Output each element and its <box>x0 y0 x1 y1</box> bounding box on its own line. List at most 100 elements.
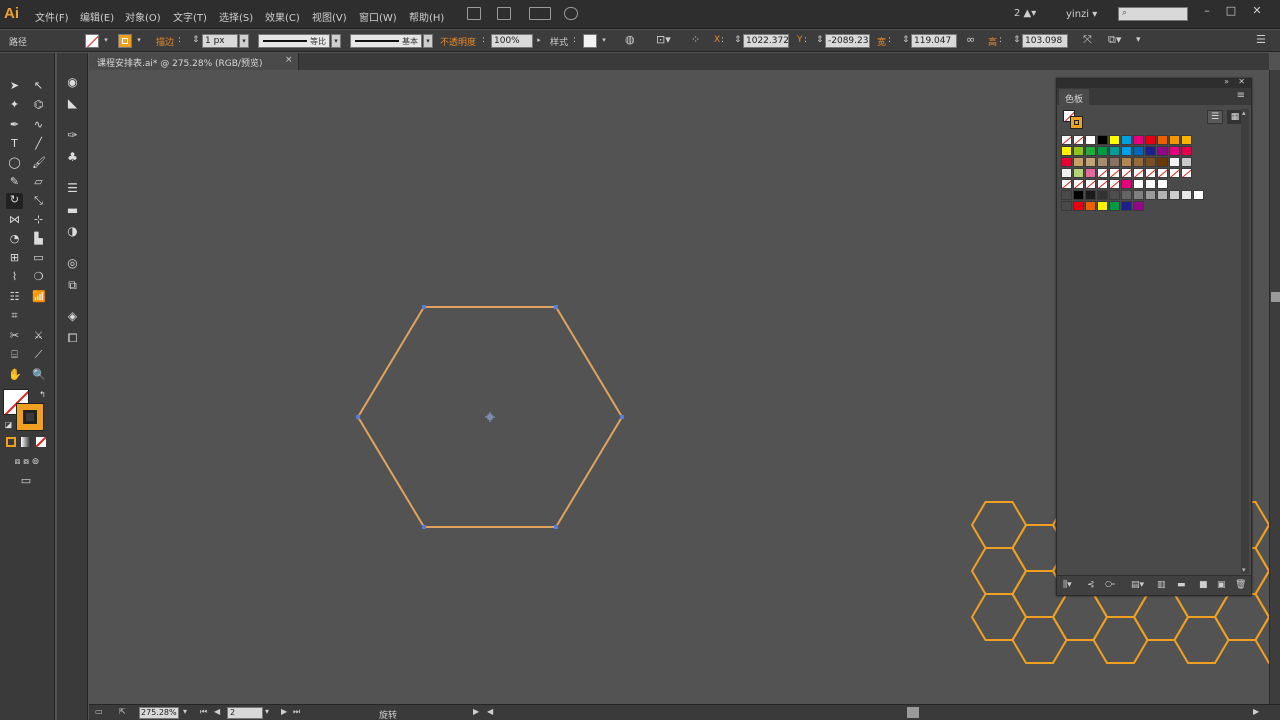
swatch-cell[interactable] <box>1073 201 1084 211</box>
maximize-button[interactable]: □ <box>1224 4 1238 18</box>
lasso-tool-icon[interactable]: ⌬ <box>32 98 45 111</box>
swatch-cell[interactable] <box>1169 168 1180 178</box>
swatch-cell[interactable] <box>1145 168 1156 178</box>
collapse-panel-icon[interactable]: » <box>1224 77 1229 86</box>
slice-tool-icon[interactable]: ✂ <box>8 329 21 342</box>
close-window-button[interactable]: ✕ <box>1250 4 1264 18</box>
swatch-cell[interactable] <box>1169 190 1180 200</box>
swatch-cell[interactable] <box>1097 168 1108 178</box>
screen-mode-icon[interactable]: ▭ <box>16 474 36 487</box>
swatch-cell[interactable] <box>1073 146 1084 156</box>
knife-tool-icon[interactable]: ⚔ <box>32 329 45 342</box>
swatch-cell[interactable] <box>1097 190 1108 200</box>
opacity-label[interactable]: 不透明度 <box>440 35 476 48</box>
selection-tool-icon[interactable]: ➤ <box>8 79 21 92</box>
swatch-cell[interactable] <box>1145 179 1156 189</box>
graphic-styles-panel-icon[interactable]: ◣ <box>65 96 80 111</box>
ellipse-tool-icon[interactable]: ◯ <box>8 156 21 169</box>
swatch-cell[interactable] <box>1169 157 1180 167</box>
swatch-cell[interactable] <box>1133 146 1144 156</box>
swatch-cell[interactable] <box>1157 190 1168 200</box>
swatch-cell[interactable] <box>1085 190 1096 200</box>
swatch-cell[interactable] <box>1145 146 1156 156</box>
swatch-cell[interactable] <box>1109 168 1120 178</box>
swatch-cell[interactable] <box>1145 135 1156 145</box>
opacity-input[interactable]: 100% <box>491 34 533 48</box>
brush-definition[interactable]: 基本 <box>350 34 422 48</box>
gradient-tool-icon[interactable]: ▭ <box>32 251 45 264</box>
stroke-weight-input[interactable]: 1 px <box>202 34 238 48</box>
reference-point-icon[interactable]: ⁘ <box>691 33 700 46</box>
pencil-tool-icon[interactable]: ✎ <box>8 175 21 188</box>
width-stepper[interactable]: ⇕ <box>900 34 910 48</box>
swatch-cell[interactable] <box>1133 135 1144 145</box>
swatch-cell[interactable] <box>1061 135 1072 145</box>
panel-grip[interactable]: » ✕ <box>1057 77 1251 88</box>
align-panel-icon[interactable]: ☰ <box>65 181 80 196</box>
menu-effect[interactable]: 效果(C) <box>265 9 300 24</box>
width-input[interactable]: 119.047 <box>911 34 957 48</box>
more-options-icon[interactable]: ▾ <box>1136 35 1141 45</box>
status-menu-arrow[interactable]: ▶ <box>473 707 479 716</box>
swatch-cell[interactable] <box>1169 146 1180 156</box>
menu-object[interactable]: 对象(O) <box>125 9 161 24</box>
stroke-stepper[interactable]: ⇕ <box>190 34 200 48</box>
variable-width-profile[interactable]: 等比 <box>258 34 330 48</box>
stock-icon[interactable] <box>497 7 511 20</box>
swatch-cell[interactable] <box>1073 157 1084 167</box>
color-guide-panel-icon[interactable]: ◎ <box>65 256 80 271</box>
prev-artboard-button[interactable]: ◀ <box>214 707 220 716</box>
swatch-cell[interactable] <box>1073 179 1084 189</box>
swatch-cell[interactable] <box>1085 201 1096 211</box>
swatch-cell[interactable] <box>1109 157 1120 167</box>
swatch-cell[interactable] <box>1061 157 1072 167</box>
swatch-cell[interactable] <box>1085 157 1096 167</box>
arrange-documents-icon[interactable] <box>529 7 551 20</box>
direct-selection-tool-icon[interactable]: ↖ <box>32 79 45 92</box>
swatch-cell[interactable] <box>1133 157 1144 167</box>
swatch-cell[interactable] <box>1145 190 1156 200</box>
y-stepper[interactable]: ⇕ <box>814 34 824 48</box>
swatch-cell[interactable] <box>1181 168 1192 178</box>
new-group-folder-icon[interactable]: ■ <box>1199 580 1208 590</box>
eyedropper-tool-icon[interactable]: ⌇ <box>8 270 21 283</box>
menu-select[interactable]: 选择(S) <box>219 9 253 24</box>
x-stepper[interactable]: ⇕ <box>732 34 742 48</box>
panel-stroke-swatch[interactable] <box>1070 116 1083 129</box>
swatch-cell[interactable] <box>1085 135 1096 145</box>
swatch-cell[interactable] <box>1181 190 1192 200</box>
control-panel-menu-icon[interactable]: ☰ <box>1256 33 1266 46</box>
gradient-mode-icon[interactable] <box>21 437 31 447</box>
swatch-cell[interactable] <box>1085 168 1096 178</box>
curvature-tool-icon[interactable]: ∿ <box>32 118 45 131</box>
transform-icon[interactable]: ⤧ <box>1083 33 1092 47</box>
layers-panel-icon[interactable]: ◈ <box>65 309 80 324</box>
menu-window[interactable]: 窗口(W) <box>359 9 397 24</box>
line-segment-tool-icon[interactable]: ╱ <box>32 137 45 150</box>
swap-colors-icon[interactable]: ↰ <box>36 388 49 401</box>
hscroll-right-arrow[interactable]: ▶ <box>1253 707 1259 716</box>
menu-file[interactable]: 文件(F) <box>35 9 69 24</box>
type-tool-icon[interactable]: T <box>8 137 21 150</box>
symbol-sprayer-tool-icon[interactable]: ☷ <box>8 290 21 303</box>
height-input[interactable]: 103.098 <box>1022 34 1068 48</box>
swatch-cell[interactable] <box>1073 168 1084 178</box>
swatch-cell[interactable] <box>1073 190 1084 200</box>
swatch-cell[interactable] <box>1169 135 1180 145</box>
stroke-weight-dropdown[interactable]: ▾ <box>239 34 249 48</box>
zoom-tool-icon[interactable]: 🔍 <box>32 368 46 381</box>
new-color-group-icon[interactable]: ▬ <box>1177 580 1186 590</box>
swatch-cell[interactable] <box>1157 179 1168 189</box>
symbols-panel-icon[interactable]: ♣ <box>65 150 80 165</box>
swatch-cell[interactable] <box>1109 146 1120 156</box>
swatch-cell[interactable] <box>1121 201 1132 211</box>
menu-help[interactable]: 帮助(H) <box>409 9 444 24</box>
swatch-cell[interactable] <box>1157 146 1168 156</box>
stroke-color-box[interactable] <box>16 403 44 431</box>
swatch-cell[interactable] <box>1061 168 1072 178</box>
align-to-icon[interactable]: ⊡▾ <box>656 33 671 46</box>
swatch-cell[interactable] <box>1097 135 1108 145</box>
swatch-cell[interactable] <box>1181 146 1192 156</box>
brush-dropdown[interactable]: ▾ <box>423 34 433 48</box>
crop-tool-icon[interactable]: ⌸ <box>8 348 21 361</box>
